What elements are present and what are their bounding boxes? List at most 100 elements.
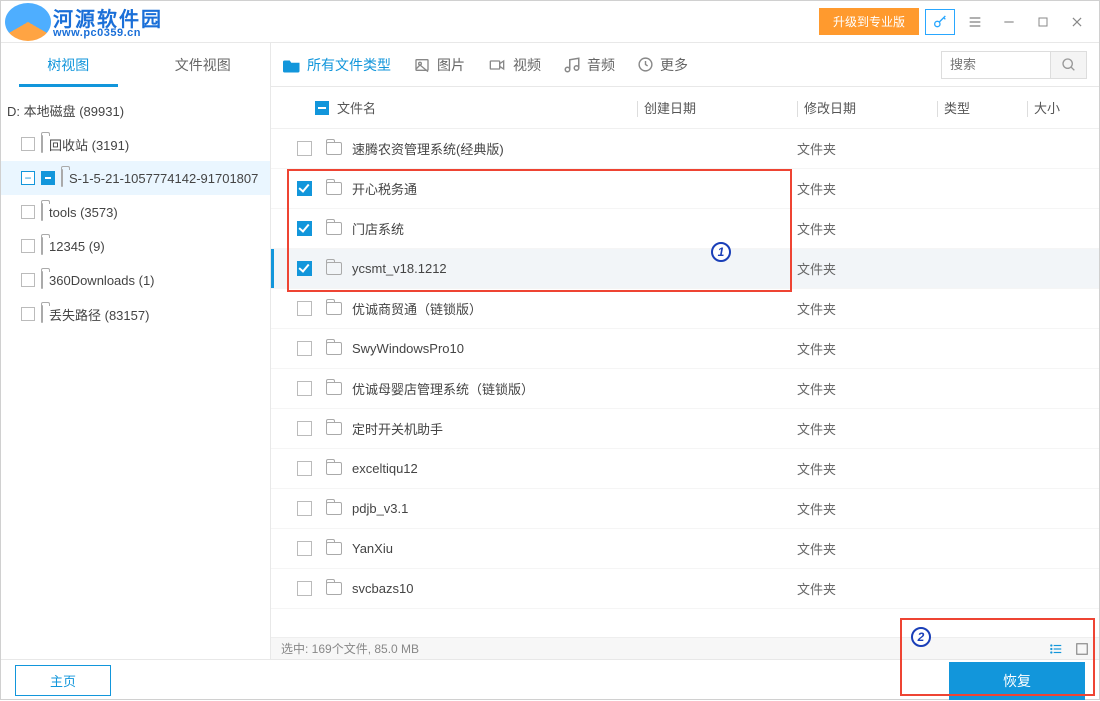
filter-label: 视频 (513, 55, 541, 75)
tree-item-label: 回收站 (3191) (49, 135, 129, 154)
row-checkbox[interactable] (297, 501, 312, 516)
row-checkbox[interactable] (297, 181, 312, 196)
folder-icon (326, 262, 342, 275)
folder-icon (326, 422, 342, 435)
menu-button[interactable] (961, 8, 989, 36)
tree-checkbox[interactable] (41, 171, 55, 185)
maximize-button[interactable] (1029, 8, 1057, 36)
file-type: 文件夹 (797, 139, 1087, 158)
tree-item-12345[interactable]: 12345 (9) (1, 229, 270, 263)
list-row[interactable]: ycsmt_v18.1212文件夹 (271, 249, 1099, 289)
search-button[interactable] (1051, 51, 1087, 79)
sidebar: 树视图 文件视图 D: 本地磁盘 (89931) 回收站 (3191) − S-… (1, 43, 271, 659)
list-view-icon[interactable] (1047, 642, 1065, 656)
tab-tree-view[interactable]: 树视图 (1, 43, 136, 87)
row-checkbox[interactable] (297, 421, 312, 436)
folder-tree: D: 本地磁盘 (89931) 回收站 (3191) − S-1-5-21-10… (1, 87, 270, 659)
select-all-checkbox[interactable] (315, 101, 329, 115)
tree-item-label: 丢失路径 (83157) (49, 305, 149, 324)
search-box (941, 51, 1087, 79)
home-button[interactable]: 主页 (15, 665, 111, 696)
list-row[interactable]: exceltiqu12 文件夹 (271, 449, 1099, 489)
tree-checkbox[interactable] (21, 205, 35, 219)
filter-audio[interactable]: 音频 (563, 55, 615, 75)
row-checkbox[interactable] (297, 581, 312, 596)
status-bar: 选中: 169个文件, 85.0 MB (271, 637, 1099, 659)
list-row[interactable]: SwyWindowsPro10 文件夹 (271, 329, 1099, 369)
tree-item-recycle[interactable]: 回收站 (3191) (1, 127, 270, 161)
recover-button[interactable]: 恢复 (949, 662, 1085, 700)
file-name: YanXiu (352, 541, 393, 556)
file-type: 文件夹 (797, 539, 1087, 558)
file-type: 文件夹 (797, 459, 1087, 478)
folder-icon (326, 142, 342, 155)
row-checkbox[interactable] (297, 261, 312, 276)
list-row[interactable]: 门店系统 文件夹 (271, 209, 1099, 249)
tree-checkbox[interactable] (21, 307, 35, 321)
minimize-button[interactable] (995, 8, 1023, 36)
list-row[interactable]: svcbazs10文件夹 (271, 569, 1099, 609)
col-modify-label[interactable]: 修改日期 (797, 98, 937, 118)
folder-icon (41, 272, 43, 288)
tree-item-tools[interactable]: tools (3573) (1, 195, 270, 229)
tree-item-360[interactable]: 360Downloads (1) (1, 263, 270, 297)
filter-label: 更多 (660, 55, 688, 75)
tree-item-lost[interactable]: 丢失路径 (83157) (1, 297, 270, 331)
tab-file-view[interactable]: 文件视图 (136, 43, 271, 87)
col-type-label[interactable]: 类型 (937, 98, 1027, 118)
list-row[interactable]: YanXiu 文件夹 (271, 529, 1099, 569)
row-checkbox[interactable] (297, 301, 312, 316)
tree-root[interactable]: D: 本地磁盘 (89931) (1, 93, 270, 127)
list-row[interactable]: pdjb_v3.1文件夹 (271, 489, 1099, 529)
row-checkbox[interactable] (297, 141, 312, 156)
folder-icon (41, 204, 43, 220)
filter-bar: 所有文件类型 图片 视频 音频 (271, 43, 1099, 87)
file-type: 文件夹 (797, 179, 1087, 198)
file-name: 定时开关机助手 (352, 419, 443, 438)
file-type: 文件夹 (797, 499, 1087, 518)
license-key-button[interactable] (925, 9, 955, 35)
app-logo: 河源软件园 www.pc0359.cn (1, 1, 211, 43)
grid-view-icon[interactable] (1075, 642, 1089, 656)
filter-image[interactable]: 图片 (413, 55, 465, 75)
filter-label: 图片 (437, 55, 465, 75)
close-button[interactable] (1063, 8, 1091, 36)
list-row[interactable]: 开心税务通文件夹 (271, 169, 1099, 209)
file-name: 门店系统 (352, 219, 404, 238)
upgrade-button[interactable]: 升级到专业版 (819, 8, 919, 35)
filter-all[interactable]: 所有文件类型 (283, 55, 391, 75)
col-create-label[interactable]: 创建日期 (637, 98, 797, 118)
row-checkbox[interactable] (297, 221, 312, 236)
row-checkbox[interactable] (297, 461, 312, 476)
file-name: SwyWindowsPro10 (352, 341, 464, 356)
list-row[interactable]: 优诚母婴店管理系统（链锁版）文件夹 (271, 369, 1099, 409)
list-row[interactable]: 优诚商贸通（链锁版）文件夹 (271, 289, 1099, 329)
tree-checkbox[interactable] (21, 137, 35, 151)
file-type: 文件夹 (797, 219, 1087, 238)
tree-checkbox[interactable] (21, 239, 35, 253)
list-row[interactable]: 定时开关机助手文件夹 (271, 409, 1099, 449)
tree-checkbox[interactable] (21, 273, 35, 287)
filter-video[interactable]: 视频 (487, 55, 541, 75)
tree-root-label: D: 本地磁盘 (89931) (7, 101, 124, 120)
filter-more[interactable]: 更多 (637, 55, 688, 75)
file-name: exceltiqu12 (352, 461, 418, 476)
image-icon (413, 57, 431, 73)
search-input[interactable] (941, 51, 1051, 79)
main-panel: 所有文件类型 图片 视频 音频 (271, 43, 1099, 659)
file-type: 文件夹 (797, 339, 1087, 358)
row-checkbox[interactable] (297, 341, 312, 356)
row-checkbox[interactable] (297, 381, 312, 396)
folder-icon (326, 222, 342, 235)
folder-icon (326, 382, 342, 395)
row-checkbox[interactable] (297, 541, 312, 556)
filter-label: 音频 (587, 55, 615, 75)
tree-item-label: tools (3573) (49, 205, 118, 220)
tree-item-sid[interactable]: − S-1-5-21-1057774142-91701807 (1, 161, 270, 195)
folder-icon (326, 342, 342, 355)
file-name: 优诚商贸通（链锁版） (352, 299, 482, 318)
file-type: 文件夹 (797, 379, 1087, 398)
col-size-label[interactable]: 大小 (1027, 98, 1087, 118)
list-row[interactable]: 速腾农资管理系统(经典版)文件夹 (271, 129, 1099, 169)
collapse-icon[interactable]: − (21, 171, 35, 185)
